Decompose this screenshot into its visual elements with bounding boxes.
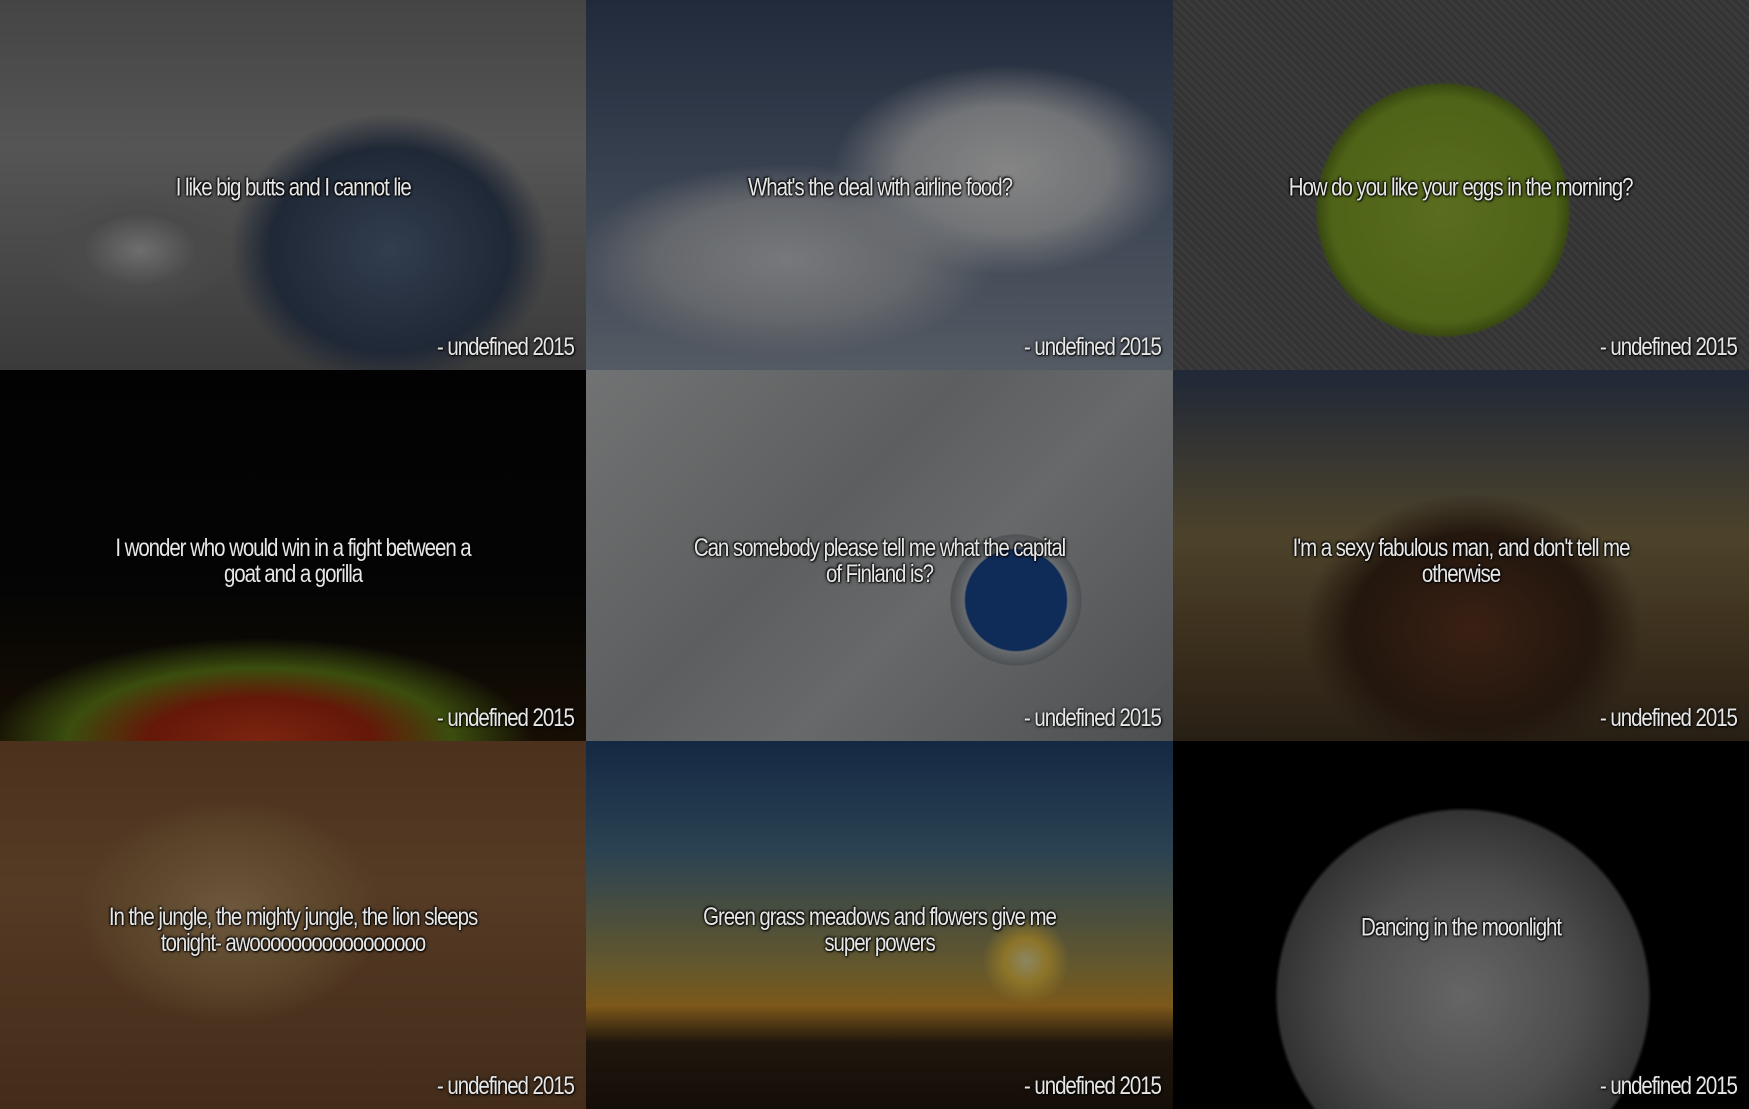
quote-tile[interactable]: I wonder who would win in a fight betwee… bbox=[0, 370, 586, 741]
quote-text: How do you like your eggs in the morning… bbox=[1289, 173, 1634, 202]
quote-author: - undefined 2015 bbox=[1024, 704, 1162, 732]
quote-author: - undefined 2015 bbox=[1600, 704, 1738, 732]
quote-author: - undefined 2015 bbox=[1024, 1072, 1162, 1100]
quote-text: I like big butts and I cannot lie bbox=[175, 173, 412, 202]
quote-tile[interactable]: How do you like your eggs in the morning… bbox=[1173, 0, 1749, 370]
quote-author: - undefined 2015 bbox=[437, 333, 575, 361]
quote-author: - undefined 2015 bbox=[1600, 333, 1738, 361]
quote-tile[interactable]: Green grass meadows and flowers give me … bbox=[586, 741, 1173, 1109]
quote-text: I wonder who would win in a fight betwee… bbox=[115, 533, 471, 588]
quote-author: - undefined 2015 bbox=[437, 1072, 575, 1100]
quote-text: Can somebody please tell me what the cap… bbox=[693, 533, 1066, 588]
quote-tile[interactable]: I like big butts and I cannot lie - unde… bbox=[0, 0, 586, 370]
quote-text: In the jungle, the mighty jungle, the li… bbox=[108, 903, 478, 958]
quote-text: I'm a sexy fabulous man, and don't tell … bbox=[1292, 533, 1631, 588]
quote-tile[interactable]: Dancing in the moonlight - undefined 201… bbox=[1173, 741, 1749, 1109]
quote-tile[interactable]: In the jungle, the mighty jungle, the li… bbox=[0, 741, 586, 1109]
quote-text: Dancing in the moonlight bbox=[1360, 913, 1562, 942]
quote-grid: I like big butts and I cannot lie - unde… bbox=[0, 0, 1749, 1109]
quote-tile[interactable]: Can somebody please tell me what the cap… bbox=[586, 370, 1173, 741]
quote-tile[interactable]: What's the deal with airline food? - und… bbox=[586, 0, 1173, 370]
quote-author: - undefined 2015 bbox=[1600, 1072, 1738, 1100]
quote-tile[interactable]: I'm a sexy fabulous man, and don't tell … bbox=[1173, 370, 1749, 741]
quote-author: - undefined 2015 bbox=[437, 704, 575, 732]
quote-text: Green grass meadows and flowers give me … bbox=[703, 903, 1057, 958]
quote-text: What's the deal with airline food? bbox=[747, 173, 1013, 202]
quote-author: - undefined 2015 bbox=[1024, 333, 1162, 361]
